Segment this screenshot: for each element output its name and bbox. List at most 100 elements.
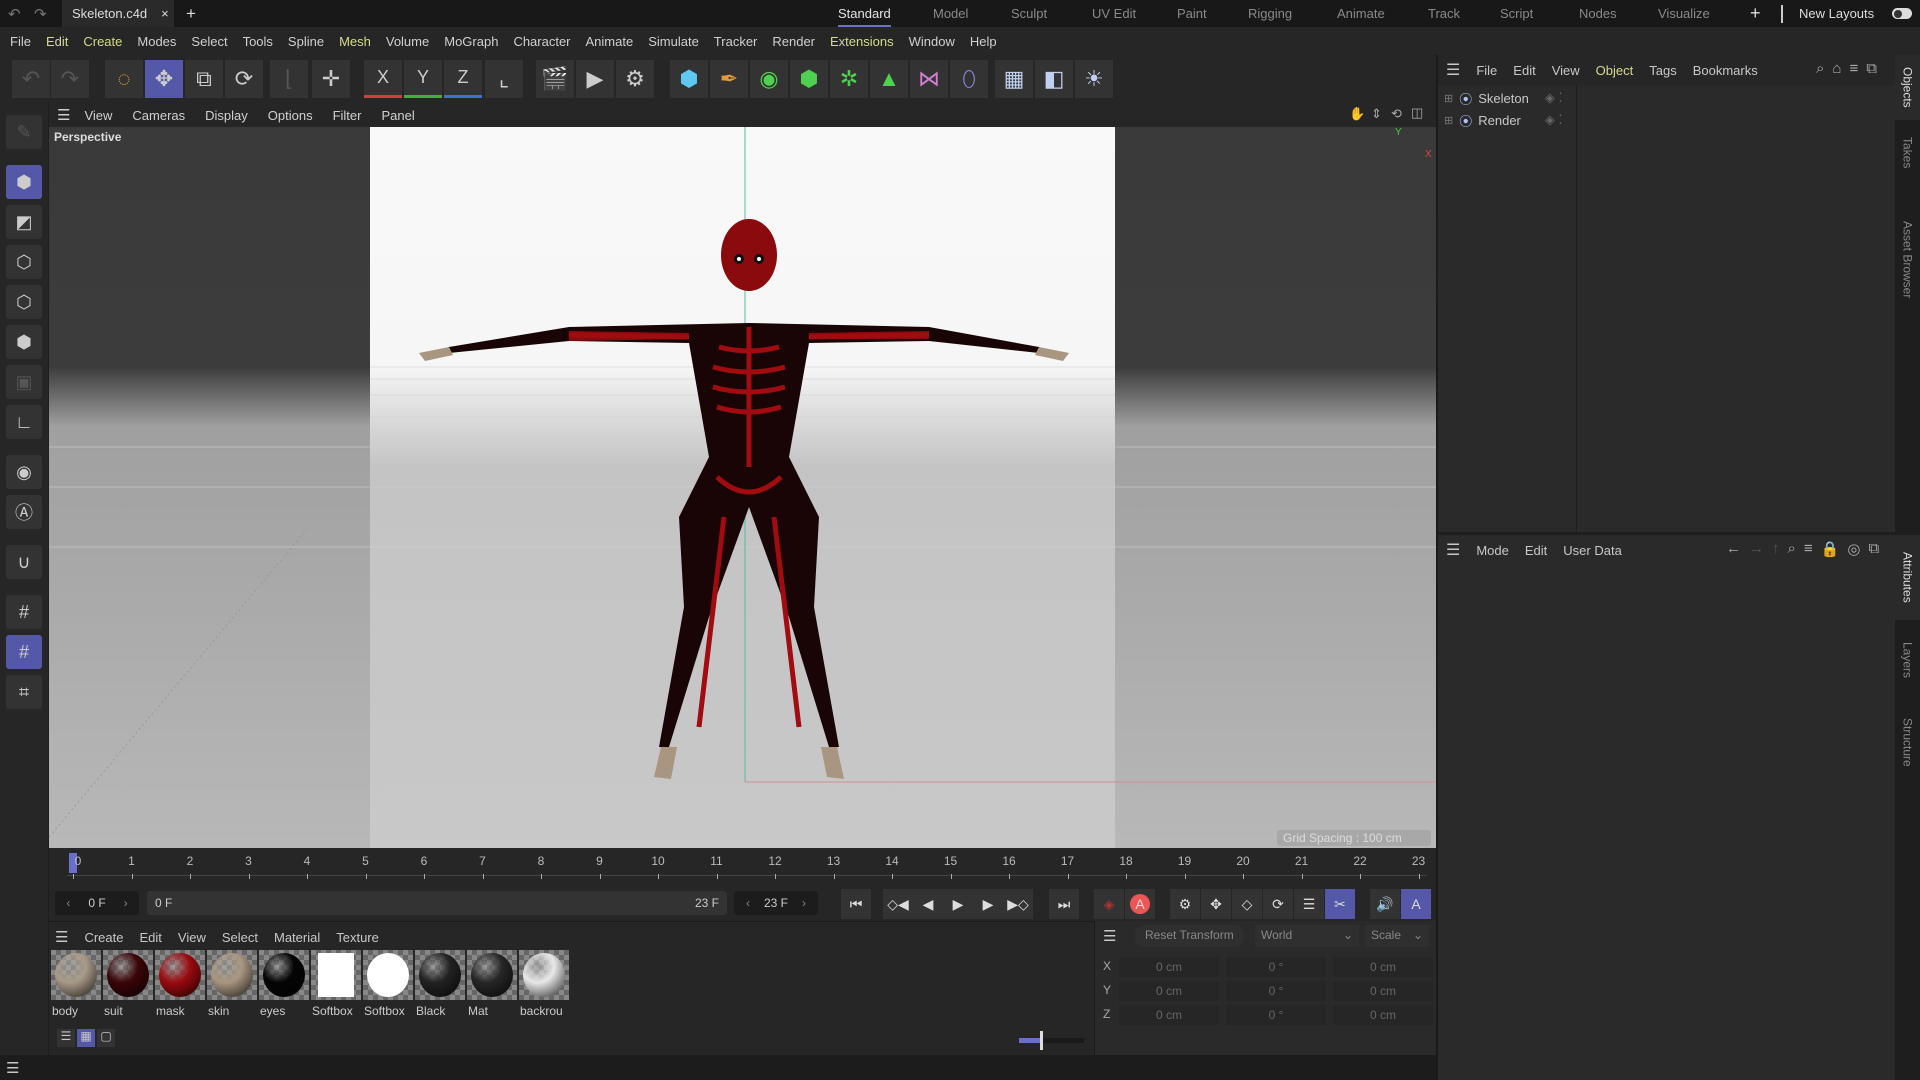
menu-create[interactable]: Create — [83, 34, 122, 49]
key-position-button[interactable]: ✥ — [1201, 889, 1231, 919]
workspace-tab-rigging[interactable]: Rigging — [1248, 0, 1292, 27]
cloner-button[interactable]: ✲ — [830, 60, 868, 98]
key-pla-button[interactable]: ✂ — [1325, 889, 1355, 919]
rot-field[interactable]: 0 ° — [1226, 1005, 1326, 1025]
axis-mode-button[interactable]: ∟ — [6, 405, 42, 439]
play-button[interactable]: ▶ — [943, 889, 973, 919]
workspace-tab-standard[interactable]: Standard — [838, 0, 891, 27]
mograph-button[interactable]: ▲ — [870, 60, 908, 98]
rotate-tool-button[interactable]: ⟳ — [225, 60, 263, 98]
pos-field[interactable]: 0 cm — [1119, 1005, 1219, 1025]
material-swatch[interactable] — [311, 950, 361, 1000]
viewport-solo-button[interactable]: Ⓐ — [6, 495, 42, 529]
side-tab-objects[interactable]: Objects — [1895, 55, 1920, 120]
x-axis-lock-button[interactable]: X — [364, 60, 402, 98]
external-window-icon[interactable]: ⧉ — [1868, 540, 1879, 558]
menu-tools[interactable]: Tools — [243, 34, 273, 49]
side-tab-takes[interactable]: Takes — [1895, 125, 1920, 180]
workspace-tab-visualize[interactable]: Visualize — [1658, 0, 1710, 27]
target-icon[interactable]: ◎ — [1847, 540, 1860, 558]
next-key-button[interactable]: ▶◇ — [1003, 889, 1033, 919]
back-arrow-icon[interactable]: ← — [1726, 540, 1741, 558]
external-window-icon[interactable]: ⧉ — [1866, 60, 1877, 77]
go-to-end-button[interactable]: ⏭ — [1049, 889, 1079, 919]
transform-tool-button[interactable]: ✛ — [312, 60, 350, 98]
objects-menu-edit[interactable]: Edit — [1513, 63, 1535, 78]
dolly-icon[interactable]: ⇕ — [1371, 106, 1382, 122]
redo-icon[interactable]: ↷ — [34, 5, 47, 23]
current-frame-field[interactable]: ‹0 F› — [55, 891, 139, 915]
menu-simulate[interactable]: Simulate — [648, 34, 699, 49]
menu-character[interactable]: Character — [513, 34, 570, 49]
object-row-skeleton[interactable]: ⊞⦿Skeleton◈ ⁚ — [1444, 88, 1563, 108]
home-icon[interactable]: ⌂ — [1832, 60, 1841, 77]
side-tab-layers[interactable]: Layers — [1895, 625, 1920, 695]
workspace-tab-paint[interactable]: Paint — [1177, 0, 1207, 27]
workplane-button[interactable]: # — [6, 595, 42, 629]
hamburger-icon[interactable]: ☰ — [1446, 540, 1460, 560]
filter-icon[interactable]: ≡ — [1849, 60, 1858, 77]
search-icon[interactable]: ⌕ — [1816, 60, 1824, 77]
workspace-tab-track[interactable]: Track — [1428, 0, 1460, 27]
render-view-button[interactable]: 🎬 — [536, 60, 574, 98]
keyframe-settings-button[interactable]: ⚙ — [1170, 889, 1200, 919]
pos-field[interactable]: 0 cm — [1119, 957, 1219, 977]
filter-icon[interactable]: ≡ — [1804, 540, 1813, 558]
material-menu-edit[interactable]: Edit — [139, 930, 161, 945]
snap-button[interactable]: ∪ — [6, 545, 42, 579]
material-swatch[interactable] — [103, 950, 153, 1000]
workspace-tab-uv-edit[interactable]: UV Edit — [1092, 0, 1136, 27]
material-swatch[interactable] — [519, 950, 569, 1000]
layer-icon[interactable]: ◈ ⁚ — [1545, 90, 1563, 106]
menu-mograph[interactable]: MoGraph — [444, 34, 498, 49]
preview-size-slider[interactable] — [1019, 1038, 1084, 1043]
hamburger-icon[interactable]: ☰ — [6, 1059, 19, 1077]
menu-animate[interactable]: Animate — [586, 34, 634, 49]
reset-transform-button[interactable]: Reset Transform — [1135, 925, 1244, 947]
large-view-icon[interactable]: ▢ — [97, 1029, 115, 1047]
viewport-menu-display[interactable]: Display — [205, 108, 248, 123]
expand-icon[interactable]: ⊞ — [1444, 114, 1453, 127]
menu-window[interactable]: Window — [909, 34, 955, 49]
y-axis-lock-button[interactable]: Y — [404, 60, 442, 98]
workspace-tab-model[interactable]: Model — [933, 0, 968, 27]
points-mode-button[interactable]: ⬡ — [6, 245, 42, 279]
hamburger-icon[interactable]: ☰ — [1446, 60, 1460, 80]
material-menu-select[interactable]: Select — [222, 930, 258, 945]
orbit-icon[interactable]: ⟲ — [1391, 106, 1402, 122]
rot-field[interactable]: 0 ° — [1226, 957, 1326, 977]
timeline-ruler[interactable]: 01234567891011121314151617181920212223 — [49, 848, 1436, 886]
layer-icon[interactable]: ◈ ⁚ — [1545, 112, 1563, 128]
world-coordinates-button[interactable]: ⌞ — [485, 60, 523, 98]
subdivision-button[interactable]: ◉ — [750, 60, 788, 98]
material-menu-material[interactable]: Material — [274, 930, 320, 945]
viewport-menu-options[interactable]: Options — [268, 108, 313, 123]
hamburger-icon[interactable]: ☰ — [55, 928, 68, 946]
live-selection-button[interactable]: ◌ — [105, 60, 143, 98]
search-icon[interactable]: ⌕ — [1788, 540, 1796, 558]
cube-button[interactable]: ⬢ — [670, 60, 708, 98]
side-tab-attributes[interactable]: Attributes — [1895, 535, 1920, 620]
texture-mode-button[interactable]: ◩ — [6, 205, 42, 239]
viewport-menu-cameras[interactable]: Cameras — [132, 108, 185, 123]
next-frame-button[interactable]: ▶ — [973, 889, 1003, 919]
side-tab-asset-browser[interactable]: Asset Browser — [1895, 185, 1920, 335]
attributes-menu-mode[interactable]: Mode — [1476, 543, 1509, 558]
menu-spline[interactable]: Spline — [288, 34, 324, 49]
objects-menu-object[interactable]: Object — [1596, 63, 1634, 78]
maximize-view-icon[interactable]: ◫ — [1411, 105, 1423, 121]
material-menu-view[interactable]: View — [178, 930, 206, 945]
edges-mode-button[interactable]: ⬡ — [6, 285, 42, 319]
add-tab-button[interactable]: + — [186, 4, 196, 24]
viewport-menu-view[interactable]: View — [84, 108, 112, 123]
viewport-menu-filter[interactable]: Filter — [333, 108, 362, 123]
side-tab-structure[interactable]: Structure — [1895, 700, 1920, 785]
deformer-button[interactable]: ⋈ — [910, 60, 948, 98]
workspace-tab-sculpt[interactable]: Sculpt — [1011, 0, 1047, 27]
camera-button[interactable]: ◧ — [1035, 60, 1073, 98]
key-scale-button[interactable]: ◇ — [1232, 889, 1262, 919]
menu-select[interactable]: Select — [191, 34, 227, 49]
objects-menu-bookmarks[interactable]: Bookmarks — [1693, 63, 1758, 78]
workspace-tab-script[interactable]: Script — [1500, 0, 1533, 27]
polygons-mode-button[interactable]: ⬢ — [6, 325, 42, 359]
